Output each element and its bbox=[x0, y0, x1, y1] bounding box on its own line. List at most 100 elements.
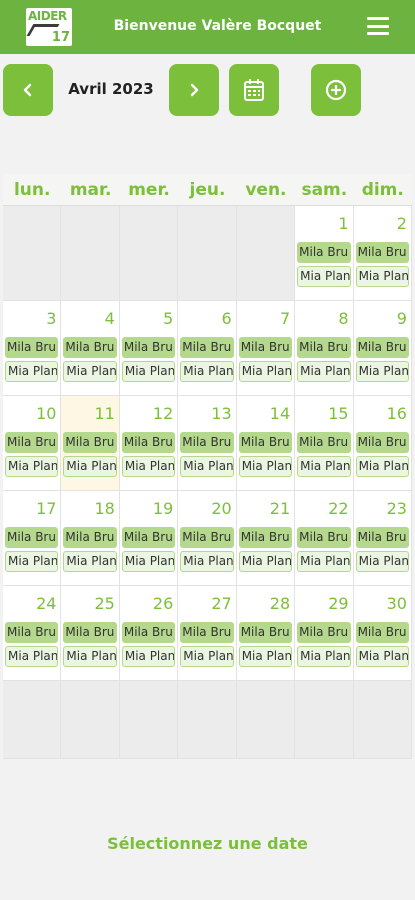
event-chip-secondary[interactable]: Mia Plan bbox=[63, 646, 117, 667]
day-cell[interactable]: 25 Mila Bru Mia Plan bbox=[61, 586, 120, 681]
event-chip-secondary[interactable]: Mia Plan bbox=[5, 551, 59, 572]
event-chip-secondary[interactable]: Mia Plan bbox=[297, 551, 351, 572]
event-chip-primary[interactable]: Mila Bru bbox=[121, 622, 176, 643]
event-chip-secondary[interactable]: Mia Plan bbox=[238, 361, 293, 382]
event-chip-primary[interactable]: Mila Bru bbox=[355, 432, 409, 453]
day-cell[interactable]: 19 Mila Bru Mia Plan bbox=[119, 491, 179, 586]
event-chip-primary[interactable]: Mila Bru bbox=[180, 527, 234, 548]
calendar-icon bbox=[244, 79, 264, 101]
event-chip-secondary[interactable]: Mia Plan bbox=[238, 551, 293, 572]
next-month-button[interactable] bbox=[169, 64, 219, 116]
event-chip-primary[interactable]: Mila Bru bbox=[297, 527, 351, 548]
day-cell[interactable]: 14 Mila Bru Mia Plan bbox=[236, 396, 296, 491]
day-cell[interactable]: 6 Mila Bru Mia Plan bbox=[178, 301, 237, 396]
hamburger-menu-icon[interactable] bbox=[367, 17, 389, 35]
event-chip-secondary[interactable]: Mia Plan bbox=[63, 361, 117, 382]
day-cell[interactable]: 20 Mila Bru Mia Plan bbox=[178, 491, 237, 586]
day-number: 12 bbox=[152, 404, 174, 423]
calendar-picker-button[interactable] bbox=[229, 64, 279, 116]
event-chip-secondary[interactable]: Mia Plan bbox=[355, 456, 409, 477]
event-chip-secondary[interactable]: Mia Plan bbox=[180, 361, 234, 382]
event-chip-primary[interactable]: Mila Bru bbox=[238, 337, 293, 358]
day-cell[interactable]: 9 Mila Bru Mia Plan bbox=[353, 301, 412, 396]
empty-day-cell bbox=[236, 681, 296, 759]
event-chip-primary[interactable]: Mila Bru bbox=[180, 337, 234, 358]
event-chip-primary[interactable]: Mila Bru bbox=[297, 242, 351, 263]
current-month-label: Avril 2023 bbox=[68, 80, 154, 98]
day-cell[interactable]: 21 Mila Bru Mia Plan bbox=[236, 491, 296, 586]
day-cell[interactable]: 24 Mila Bru Mia Plan bbox=[3, 586, 62, 681]
event-chip-primary[interactable]: Mila Bru bbox=[355, 622, 409, 643]
event-chip-secondary[interactable]: Mia Plan bbox=[355, 646, 409, 667]
day-cell[interactable]: 12 Mila Bru Mia Plan bbox=[119, 396, 179, 491]
event-chip-primary[interactable]: Mila Bru bbox=[355, 242, 409, 263]
day-cell[interactable]: 8 Mila Bru Mia Plan bbox=[295, 301, 354, 396]
day-cell[interactable]: 15 Mila Bru Mia Plan bbox=[295, 396, 354, 491]
event-chip-primary[interactable]: Mila Bru bbox=[5, 432, 59, 453]
event-chip-secondary[interactable]: Mia Plan bbox=[297, 266, 351, 287]
event-chip-primary[interactable]: Mila Bru bbox=[238, 527, 293, 548]
event-chip-secondary[interactable]: Mia Plan bbox=[180, 551, 234, 572]
event-chip-secondary[interactable]: Mia Plan bbox=[5, 456, 59, 477]
event-chip-primary[interactable]: Mila Bru bbox=[121, 337, 176, 358]
day-number: 2 bbox=[396, 214, 407, 233]
event-chip-secondary[interactable]: Mia Plan bbox=[355, 551, 409, 572]
event-chip-primary[interactable]: Mila Bru bbox=[355, 527, 409, 548]
event-chip-secondary[interactable]: Mia Plan bbox=[63, 551, 117, 572]
event-chip-secondary[interactable]: Mia Plan bbox=[238, 456, 293, 477]
event-chip-primary[interactable]: Mila Bru bbox=[297, 337, 351, 358]
event-chip-primary[interactable]: Mila Bru bbox=[63, 527, 117, 548]
day-cell[interactable]: 17 Mila Bru Mia Plan bbox=[3, 491, 62, 586]
event-chip-primary[interactable]: Mila Bru bbox=[121, 432, 176, 453]
event-chip-secondary[interactable]: Mia Plan bbox=[297, 361, 351, 382]
day-cell[interactable]: 7 Mila Bru Mia Plan bbox=[236, 301, 296, 396]
day-cell[interactable]: 27 Mila Bru Mia Plan bbox=[178, 586, 237, 681]
day-cell[interactable]: 16 Mila Bru Mia Plan bbox=[353, 396, 412, 491]
event-chip-primary[interactable]: Mila Bru bbox=[355, 337, 409, 358]
day-cell[interactable]: 13 Mila Bru Mia Plan bbox=[178, 396, 237, 491]
event-chip-secondary[interactable]: Mia Plan bbox=[297, 646, 351, 667]
day-cell[interactable]: 29 Mila Bru Mia Plan bbox=[295, 586, 354, 681]
event-chip-secondary[interactable]: Mia Plan bbox=[238, 646, 293, 667]
event-chip-secondary[interactable]: Mia Plan bbox=[5, 361, 59, 382]
event-chip-primary[interactable]: Mila Bru bbox=[121, 527, 176, 548]
event-chip-secondary[interactable]: Mia Plan bbox=[297, 456, 351, 477]
add-event-button[interactable] bbox=[311, 64, 361, 116]
day-cell[interactable]: 3 Mila Bru Mia Plan bbox=[3, 301, 62, 396]
day-cell[interactable]: 1 Mila Bru Mia Plan bbox=[295, 206, 354, 301]
day-cell[interactable]: 22 Mila Bru Mia Plan bbox=[295, 491, 354, 586]
day-cell[interactable]: 11 Mila Bru Mia Plan bbox=[61, 396, 120, 491]
event-chip-primary[interactable]: Mila Bru bbox=[63, 337, 117, 358]
event-chip-primary[interactable]: Mila Bru bbox=[5, 622, 59, 643]
event-chip-primary[interactable]: Mila Bru bbox=[5, 527, 59, 548]
event-chip-secondary[interactable]: Mia Plan bbox=[121, 456, 176, 477]
event-chip-secondary[interactable]: Mia Plan bbox=[121, 361, 176, 382]
event-chip-primary[interactable]: Mila Bru bbox=[63, 622, 117, 643]
day-cell[interactable]: 26 Mila Bru Mia Plan bbox=[119, 586, 179, 681]
event-chip-primary[interactable]: Mila Bru bbox=[180, 622, 234, 643]
event-chip-primary[interactable]: Mila Bru bbox=[5, 337, 59, 358]
event-chip-secondary[interactable]: Mia Plan bbox=[121, 551, 176, 572]
event-chip-primary[interactable]: Mila Bru bbox=[238, 432, 293, 453]
event-chip-secondary[interactable]: Mia Plan bbox=[355, 361, 409, 382]
event-chip-primary[interactable]: Mila Bru bbox=[297, 432, 351, 453]
day-cell[interactable]: 23 Mila Bru Mia Plan bbox=[353, 491, 412, 586]
day-cell[interactable]: 18 Mila Bru Mia Plan bbox=[61, 491, 120, 586]
day-cell[interactable]: 30 Mila Bru Mia Plan bbox=[353, 586, 412, 681]
event-chip-secondary[interactable]: Mia Plan bbox=[180, 456, 234, 477]
event-chip-primary[interactable]: Mila Bru bbox=[297, 622, 351, 643]
event-chip-primary[interactable]: Mila Bru bbox=[180, 432, 234, 453]
event-chip-primary[interactable]: Mila Bru bbox=[238, 622, 293, 643]
event-chip-primary[interactable]: Mila Bru bbox=[63, 432, 117, 453]
event-chip-secondary[interactable]: Mia Plan bbox=[121, 646, 176, 667]
day-cell[interactable]: 2 Mila Bru Mia Plan bbox=[353, 206, 412, 301]
event-chip-secondary[interactable]: Mia Plan bbox=[180, 646, 234, 667]
day-cell[interactable]: 5 Mila Bru Mia Plan bbox=[119, 301, 179, 396]
event-chip-secondary[interactable]: Mia Plan bbox=[355, 266, 409, 287]
previous-month-button[interactable] bbox=[3, 64, 53, 116]
day-cell[interactable]: 28 Mila Bru Mia Plan bbox=[236, 586, 296, 681]
event-chip-secondary[interactable]: Mia Plan bbox=[5, 646, 59, 667]
day-cell[interactable]: 4 Mila Bru Mia Plan bbox=[61, 301, 120, 396]
event-chip-secondary[interactable]: Mia Plan bbox=[63, 456, 117, 477]
day-cell[interactable]: 10 Mila Bru Mia Plan bbox=[3, 396, 62, 491]
